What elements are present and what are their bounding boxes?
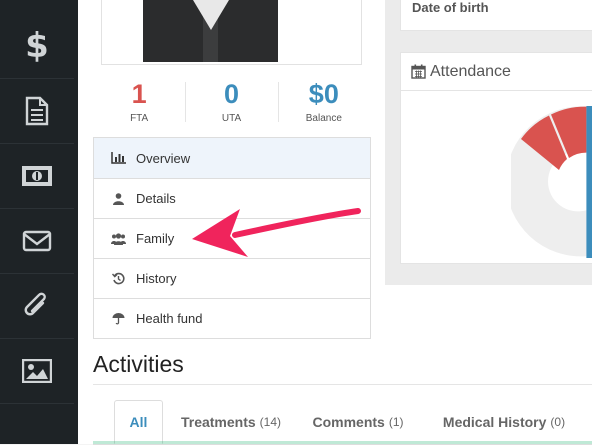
stat-fta-label: FTA	[130, 113, 149, 124]
sidebar-item-attachments[interactable]	[0, 274, 74, 339]
stat-balance-value: $0	[308, 79, 339, 109]
tab-comments-label: Comments	[312, 414, 385, 430]
nav-health-fund-label: Health fund	[136, 311, 203, 326]
user-icon	[110, 192, 126, 205]
profile-info-card: Date of birth	[400, 0, 592, 31]
image-icon	[22, 359, 52, 383]
tab-medical-history-count: (0)	[550, 415, 566, 429]
nav-overview-label: Overview	[136, 150, 191, 166]
sidebar-item-messages[interactable]	[0, 209, 74, 274]
tab-treatments-label: Treatments	[180, 414, 256, 430]
bar-chart-icon	[110, 152, 126, 164]
sidebar-item-images[interactable]	[0, 339, 74, 404]
stat-uta[interactable]: 0 UTA	[185, 78, 277, 130]
attendance-card: Attendance	[400, 52, 592, 264]
tab-treatments[interactable]: Treatments (14)	[171, 400, 291, 444]
annotation-arrow	[192, 208, 361, 257]
stat-uta-label: UTA	[221, 113, 242, 124]
sidebar-item-payments[interactable]	[0, 144, 74, 209]
document-icon	[25, 96, 49, 126]
tab-treatments-count: (14)	[259, 415, 282, 429]
attendance-donut-chart	[511, 106, 592, 258]
dob-label: Date of birth	[412, 0, 489, 15]
stat-fta-value: 1	[131, 79, 147, 109]
money-icon	[22, 166, 52, 186]
nav-history-label: History	[136, 271, 177, 286]
stat-uta-value: 0	[223, 79, 239, 109]
tab-medical-history[interactable]: Medical History (0)	[429, 400, 579, 444]
nav-health-fund[interactable]: Health fund	[94, 298, 370, 338]
paperclip-icon	[24, 292, 46, 316]
tab-all-label: All	[129, 414, 148, 430]
users-icon	[110, 232, 126, 245]
stat-balance-label: Balance	[305, 113, 342, 124]
donut-segment-blue	[586, 106, 592, 258]
activities-title: Activities	[93, 351, 184, 377]
nav-family-label: Family	[136, 231, 175, 246]
nav-details-label: Details	[136, 191, 176, 206]
sidebar: $	[0, 0, 78, 444]
patient-stats: 1 FTA 0 UTA $0 Balance	[93, 78, 370, 130]
tab-medical-history-label: Medical History	[442, 414, 547, 430]
umbrella-icon	[110, 312, 126, 325]
tab-comments-count: (1)	[388, 415, 404, 429]
activities-divider	[93, 384, 592, 385]
nav-overview[interactable]: Overview	[94, 138, 370, 178]
tab-comments[interactable]: Comments (1)	[303, 400, 413, 444]
attendance-header: Attendance	[401, 53, 592, 91]
attendance-title: Attendance	[430, 62, 511, 80]
sidebar-item-documents[interactable]	[0, 79, 74, 144]
activities-tabs: All Treatments (14) Comments (1) Medical…	[93, 400, 592, 445]
sidebar-item-billing[interactable]: $	[0, 14, 74, 79]
calendar-icon	[411, 64, 426, 79]
stat-balance[interactable]: $0 Balance	[277, 78, 370, 130]
tab-all[interactable]: All	[114, 400, 163, 444]
stat-fta[interactable]: 1 FTA	[93, 78, 185, 130]
dollar-icon: $	[25, 26, 49, 66]
profile-photo	[143, 0, 278, 62]
envelope-icon	[22, 230, 52, 252]
history-icon	[110, 272, 126, 285]
